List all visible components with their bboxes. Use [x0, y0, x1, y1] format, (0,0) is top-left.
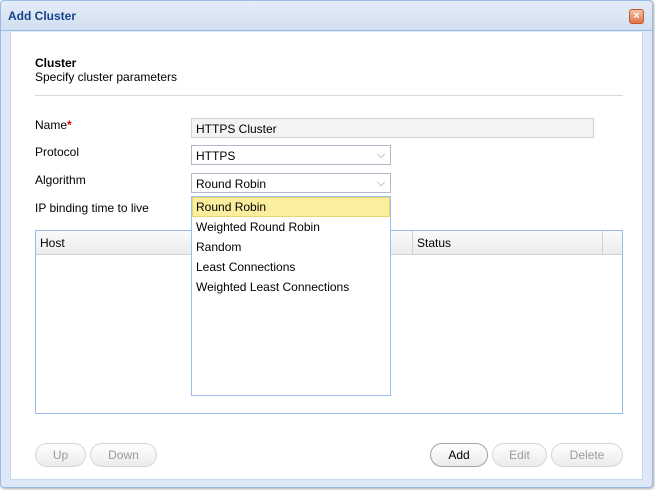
- add-button[interactable]: Add: [430, 443, 488, 467]
- section-title: Cluster: [35, 56, 77, 70]
- dropdown-option-random[interactable]: Random: [192, 237, 390, 257]
- section-divider: [35, 95, 623, 96]
- dialog-titlebar: Add Cluster ×: [1, 1, 652, 31]
- chevron-down-icon[interactable]: ⌵: [374, 176, 388, 190]
- delete-button[interactable]: Delete: [551, 443, 623, 467]
- name-label: Name*: [35, 118, 72, 132]
- column-status[interactable]: Status: [413, 231, 603, 254]
- protocol-value: HTTPS: [196, 149, 236, 163]
- close-icon[interactable]: ×: [629, 9, 644, 24]
- ip-binding-label: IP binding time to live: [35, 201, 149, 215]
- edit-button[interactable]: Edit: [492, 443, 547, 467]
- dropdown-option-round-robin[interactable]: Round Robin: [192, 197, 390, 217]
- algorithm-dropdown-list: Round Robin Weighted Round Robin Random …: [191, 196, 391, 396]
- section-subtitle: Specify cluster parameters: [35, 70, 178, 84]
- down-button[interactable]: Down: [90, 443, 157, 467]
- chevron-down-icon[interactable]: ⌵: [374, 148, 388, 162]
- dropdown-option-weighted-least-connections[interactable]: Weighted Least Connections: [192, 277, 390, 297]
- dropdown-option-weighted-round-robin[interactable]: Weighted Round Robin: [192, 217, 390, 237]
- protocol-select[interactable]: HTTPS ⌵: [191, 145, 391, 165]
- name-field[interactable]: HTTPS Cluster: [191, 118, 594, 138]
- add-cluster-dialog: Add Cluster × Cluster Specify cluster pa…: [0, 0, 653, 488]
- algorithm-value: Round Robin: [196, 177, 267, 191]
- dropdown-option-least-connections[interactable]: Least Connections: [192, 257, 390, 277]
- algorithm-select[interactable]: Round Robin ⌵: [191, 173, 391, 193]
- name-label-text: Name: [35, 118, 68, 132]
- up-button[interactable]: Up: [35, 443, 86, 467]
- protocol-label: Protocol: [35, 145, 80, 159]
- dialog-title: Add Cluster: [8, 9, 77, 23]
- dialog-body: Cluster Specify cluster parameters Name*…: [10, 32, 643, 480]
- algorithm-label: Algorithm: [35, 173, 86, 187]
- required-marker: *: [67, 118, 72, 132]
